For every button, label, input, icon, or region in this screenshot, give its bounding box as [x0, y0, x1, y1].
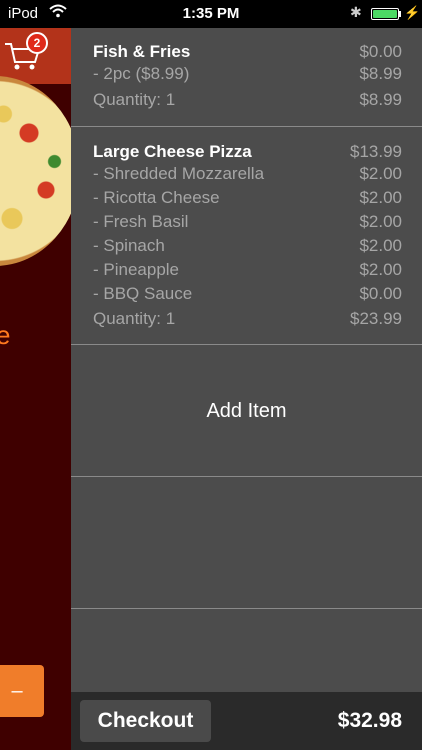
item-name: Fish & Fries [93, 42, 191, 61]
option-label: - Spinach [93, 236, 165, 255]
option-price: $2.00 [359, 212, 402, 231]
order-total: $32.98 [337, 709, 402, 732]
option-label: - BBQ Sauce [93, 284, 193, 303]
item-option-row: - Shredded Mozzarella $2.00 [93, 164, 402, 184]
option-label: - Pineapple [93, 260, 180, 279]
option-label: - 2pc ($8.99) [93, 64, 190, 83]
option-price: $8.99 [359, 64, 402, 83]
item-quantity: Quantity: 1 [93, 309, 176, 328]
item-title-row: Large Cheese Pizza $13.99 [93, 142, 402, 162]
option-label: - Fresh Basil [93, 212, 189, 231]
divider [71, 476, 422, 477]
charging-icon: ⚡ [404, 5, 421, 20]
cart-badge: 2 [26, 32, 48, 54]
checkout-bar: Checkout $32.98 [71, 692, 422, 750]
item-option-row: - Pineapple $2.00 [93, 260, 402, 280]
checkout-button[interactable]: Checkout [80, 700, 211, 742]
item-price: $0.00 [359, 42, 402, 61]
item-name: Large Cheese Pizza [93, 142, 252, 161]
item-price: $13.99 [350, 142, 402, 161]
option-price: $0.00 [359, 284, 402, 303]
item-total: $8.99 [359, 90, 402, 109]
item-quantity-row: Quantity: 1 $23.99 [93, 309, 402, 329]
battery-icon [371, 8, 399, 20]
item-option-row: - 2pc ($8.99) $8.99 [93, 64, 402, 84]
option-price: $2.00 [359, 188, 402, 207]
battery-level [373, 10, 397, 18]
item-option-row: - BBQ Sauce $0.00 [93, 284, 402, 304]
pizza-image [0, 76, 71, 266]
option-price: $2.00 [359, 260, 402, 279]
option-price: $2.00 [359, 236, 402, 255]
battery-tip [399, 11, 401, 17]
item-quantity-row: Quantity: 1 $8.99 [93, 90, 402, 110]
option-price: $2.00 [359, 164, 402, 183]
add-item-button[interactable]: Add Item [71, 345, 422, 477]
status-bar: iPod 1:35 PM ✱ ⚡ [0, 0, 422, 28]
item-quantity: Quantity: 1 [93, 90, 176, 109]
option-label: - Ricotta Cheese [93, 188, 220, 207]
item-option-row: - Ricotta Cheese $2.00 [93, 188, 402, 208]
divider [71, 608, 422, 609]
side-top-bar: 2 [0, 28, 71, 84]
option-label: - Shredded Mozzarella [93, 164, 265, 183]
item-option-row: - Fresh Basil $2.00 [93, 212, 402, 232]
item-option-row: - Spinach $2.00 [93, 236, 402, 256]
item-total: $23.99 [350, 309, 402, 328]
side-panel: 2 e – [0, 28, 71, 750]
side-heading-fragment: e [0, 320, 11, 350]
divider [71, 126, 422, 127]
side-action-button[interactable]: – [0, 665, 44, 717]
bluetooth-icon: ✱ [350, 4, 362, 20]
item-title-row: Fish & Fries $0.00 [93, 42, 402, 62]
cart-panel: Fish & Fries $0.00 - 2pc ($8.99) $8.99 Q… [71, 28, 422, 692]
